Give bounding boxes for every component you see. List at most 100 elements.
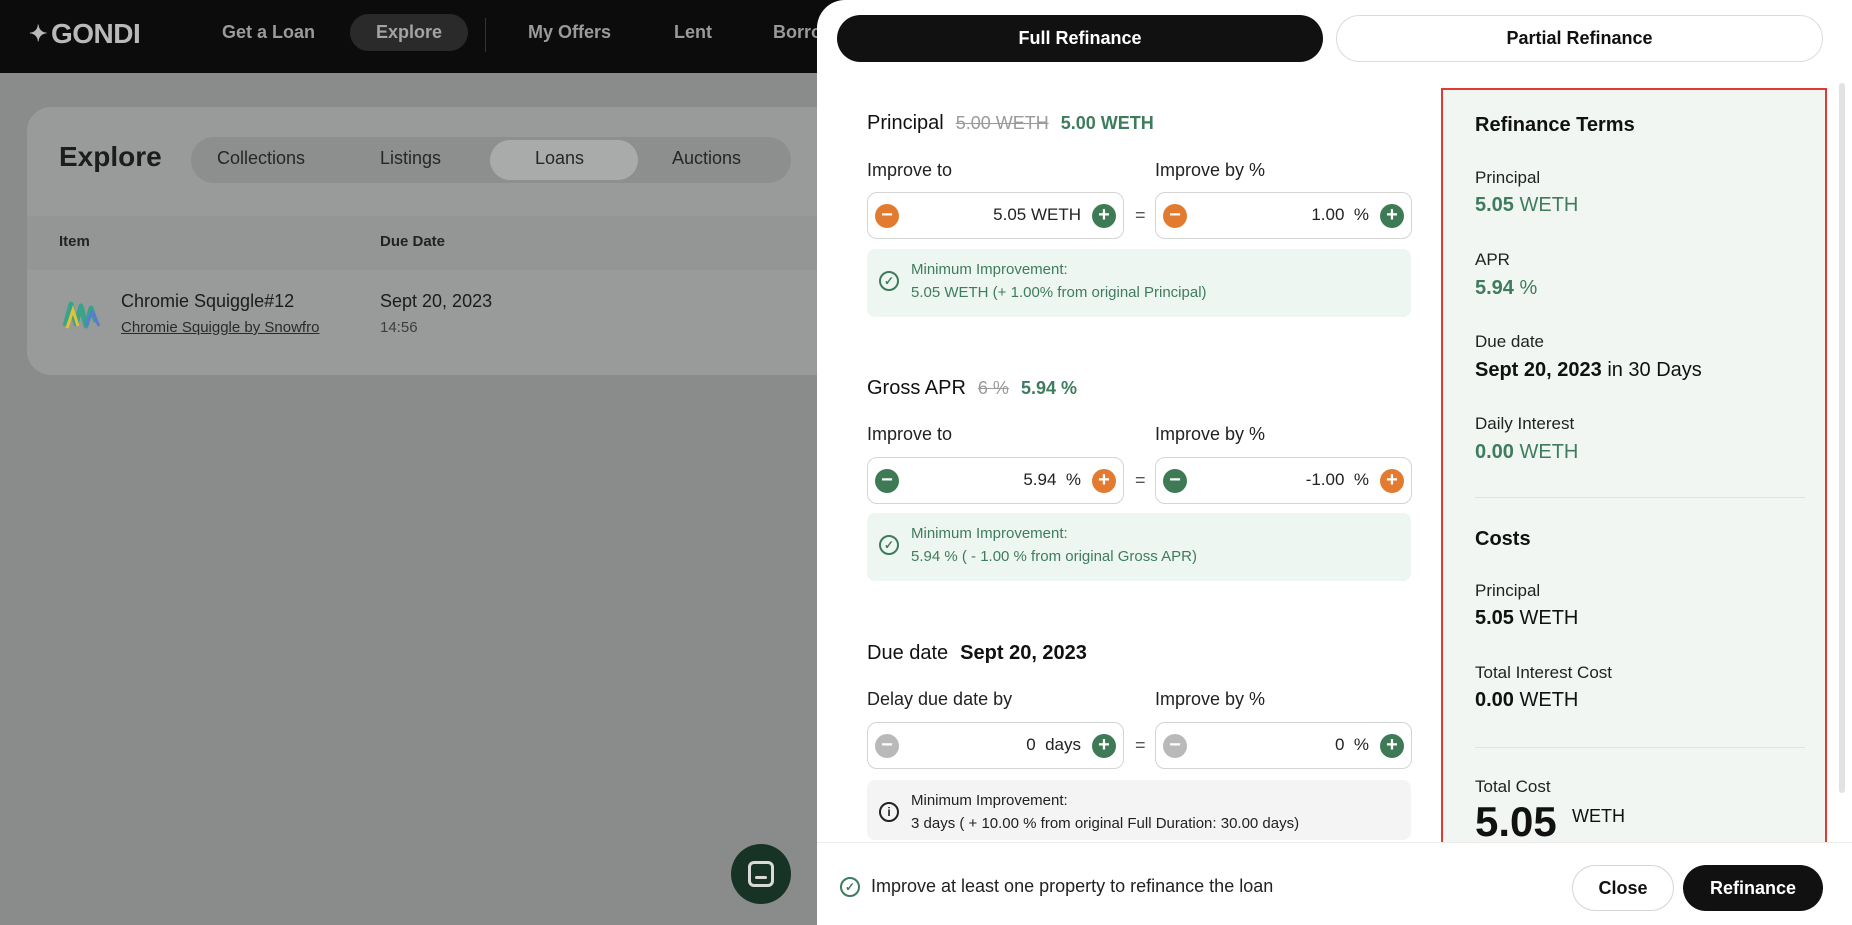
delay-days-value[interactable]: 0 days [1026,735,1081,755]
total-cost-value: 5.05 [1475,798,1557,845]
apr-improve-to-stepper[interactable]: − 5.94 % + [867,457,1124,504]
principal-label: Principal [867,112,944,134]
due-improve-by-stepper[interactable]: − 0 % + [1155,722,1412,769]
note-body: 5.94 % ( - 1.00 % from original Gross AP… [911,548,1197,565]
cost-principal-label: Principal [1475,581,1541,600]
principal-section-title: Principal 5.00 WETH 5.00 WETH [867,112,1154,135]
principal-new-value: 5.00 WETH [1060,113,1154,133]
collection-link[interactable]: Chromie Squiggle by Snowfro [121,319,319,336]
decrement-button[interactable]: − [875,204,899,228]
increment-button[interactable]: + [1380,469,1404,493]
check-circle-icon: ✓ [879,271,899,291]
sparkle-icon: ✦ [29,21,47,46]
tab-auctions[interactable]: Auctions [672,148,741,169]
nav-my-offers[interactable]: My Offers [528,22,611,43]
tab-listings[interactable]: Listings [380,148,441,169]
nav-lent[interactable]: Lent [674,22,712,43]
cost-principal-value: 5.05 WETH [1475,607,1579,629]
nav-get-a-loan[interactable]: Get a Loan [222,22,315,43]
increment-button[interactable]: + [1380,734,1404,758]
refinance-drawer: Full Refinance Partial Refinance Princip… [817,0,1852,925]
apr-label: Gross APR [867,377,966,399]
drawer-scrollbar[interactable] [1839,83,1845,793]
tab-full-refinance[interactable]: Full Refinance [837,15,1323,62]
principal-improve-to-stepper[interactable]: − 5.05 WETH + [867,192,1124,239]
apr-improve-to-label: Improve to [867,424,953,444]
equals-sign: = [1135,205,1146,225]
principal-improve-by-stepper[interactable]: − 1.00 % + [1155,192,1412,239]
decrement-button[interactable]: − [1163,469,1187,493]
note-title: Minimum Improvement: [911,261,1068,278]
check-circle-icon: ✓ [840,877,860,897]
apr-improve-to-value[interactable]: 5.94 % [1023,470,1081,490]
decrement-button[interactable]: − [875,734,899,758]
decrement-button[interactable]: − [1163,734,1187,758]
nft-thumbnail[interactable] [62,296,102,336]
footer-message: Improve at least one property to refinan… [871,876,1274,896]
note-body: 5.05 WETH (+ 1.00% from original Princip… [911,284,1207,301]
summary-apr-value: 5.94 % [1475,277,1538,299]
due-value: Sept 20, 2023 [960,642,1087,664]
due-improve-by-value[interactable]: 0 % [1335,735,1369,755]
delay-label: Delay due date by [867,689,1013,709]
summary-due-label: Due date [1475,332,1544,351]
due-date: Sept 20, 2023 [380,291,493,311]
decrement-button[interactable]: − [875,469,899,493]
chat-button[interactable] [731,844,791,904]
apr-min-improvement-note: ✓ Minimum Improvement: 5.94 % ( - 1.00 %… [867,513,1411,581]
item-name: Chromie Squiggle#12 [121,291,295,311]
apr-new-value: 5.94 % [1020,378,1077,398]
note-body: 3 days ( + 10.00 % from original Full Du… [911,815,1300,832]
due-improve-by-label: Improve by % [1155,689,1266,709]
equals-sign: = [1135,470,1146,490]
info-icon: i [879,802,899,822]
principal-improve-by-value[interactable]: 1.00 % [1311,205,1369,225]
due-min-improvement-note: i Minimum Improvement: 3 days ( + 10.00 … [867,780,1411,840]
summary-apr-label: APR [1475,250,1510,269]
summary-principal-value: 5.05 WETH [1475,194,1579,216]
close-button[interactable]: Close [1572,865,1674,911]
gondi-logo[interactable]: ✦ GONDI [29,18,141,50]
due-time: 14:56 [380,319,418,336]
decrement-button[interactable]: − [1163,204,1187,228]
apr-improve-by-stepper[interactable]: − -1.00 % + [1155,457,1412,504]
costs-heading: Costs [1475,528,1531,550]
increment-button[interactable]: + [1092,204,1116,228]
due-label: Due date [867,642,949,664]
nav-explore[interactable]: Explore [350,14,469,51]
column-header-due-date: Due Date [380,233,446,250]
tab-loans[interactable]: Loans [535,148,584,169]
drawer-footer: ✓ Improve at least one property to refin… [817,842,1852,925]
summary-principal-label: Principal [1475,168,1541,187]
increment-button[interactable]: + [1092,734,1116,758]
page-title: Explore [59,141,162,172]
principal-old-value: 5.00 WETH [955,113,1049,133]
total-interest-label: Total Interest Cost [1475,663,1613,682]
apr-section-title: Gross APR 6 % 5.94 % [867,377,1077,400]
tab-partial-refinance[interactable]: Partial Refinance [1336,15,1823,62]
principal-improve-by-label: Improve by % [1155,160,1266,180]
tab-collections[interactable]: Collections [217,148,305,169]
total-interest-value: 0.00 WETH [1475,689,1579,711]
summary-due-value: Sept 20, 2023 in 30 Days [1475,359,1702,381]
nav-divider [485,18,486,52]
column-header-item: Item [59,233,90,250]
increment-button[interactable]: + [1380,204,1404,228]
refinance-summary-panel: Refinance Terms Principal 5.05 WETH APR … [1441,88,1827,848]
due-section-title: Due date Sept 20, 2023 [867,642,1087,665]
chat-icon [748,861,774,887]
nav-borrowed[interactable]: Borro [773,22,822,43]
delay-days-stepper[interactable]: − 0 days + [867,722,1124,769]
summary-daily-interest-label: Daily Interest [1475,414,1575,433]
principal-improve-to-label: Improve to [867,160,953,180]
summary-daily-interest-value: 0.00 WETH [1475,441,1579,463]
refinance-terms-heading: Refinance Terms [1475,114,1635,136]
check-circle-icon: ✓ [879,535,899,555]
principal-improve-to-value[interactable]: 5.05 WETH [993,205,1081,225]
total-cost-unit: WETH [1572,806,1625,826]
refinance-button[interactable]: Refinance [1683,865,1823,911]
apr-improve-by-value[interactable]: -1.00 % [1306,470,1369,490]
summary-divider [1475,747,1805,748]
note-title: Minimum Improvement: [911,525,1068,542]
increment-button[interactable]: + [1092,469,1116,493]
